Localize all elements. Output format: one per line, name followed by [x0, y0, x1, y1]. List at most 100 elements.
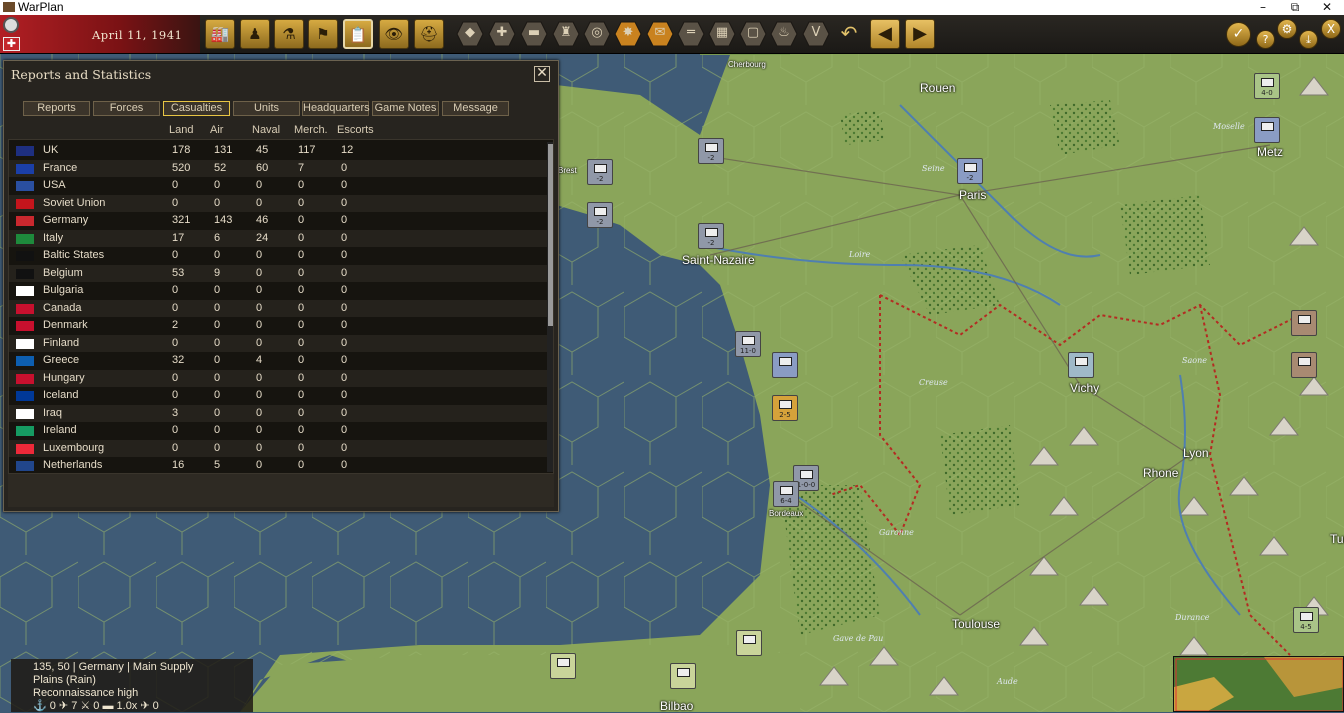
leaders-button[interactable]: ⛑ — [414, 19, 444, 49]
city-rouen[interactable]: Rouen — [920, 81, 955, 95]
unit-counter[interactable] — [550, 653, 576, 679]
column-header-escorts: Escorts — [337, 124, 374, 136]
tab-message[interactable]: Message — [442, 101, 509, 116]
help-button[interactable]: ? — [1256, 30, 1275, 49]
unit-counter[interactable] — [1254, 117, 1280, 143]
unit-counter[interactable]: 4-5 — [1293, 607, 1319, 633]
filter-hex-button[interactable]: ▦ — [708, 20, 736, 48]
city-lyon[interactable]: Lyon — [1183, 446, 1209, 460]
table-row[interactable]: Baltic States 0 0 0 0 0 — [9, 247, 549, 265]
unit-counter[interactable]: 2-5 — [772, 395, 798, 421]
tab-headquarters[interactable]: Headquarters — [302, 101, 370, 116]
table-row[interactable]: Bulgaria 0 0 0 0 0 — [9, 282, 549, 300]
scrollbar-thumb[interactable] — [548, 144, 553, 326]
cell-air: 0 — [214, 424, 221, 436]
cell-escorts: 0 — [341, 424, 348, 436]
table-row[interactable]: Greece 32 0 4 0 0 — [9, 352, 549, 370]
unit-counter[interactable] — [736, 630, 762, 656]
end-turn-button[interactable]: ✓ — [1226, 22, 1251, 47]
unit-counter[interactable]: 11-0 — [735, 331, 761, 357]
city-bilbao[interactable]: Bilbao — [660, 699, 693, 712]
city-metz[interactable]: Metz — [1257, 145, 1283, 159]
close-window-button[interactable]: ✕ — [1316, 0, 1338, 15]
table-row[interactable]: Belgium 53 9 0 0 0 — [9, 264, 549, 282]
unit-counter[interactable]: -2 — [957, 158, 983, 184]
table-row[interactable]: UK 178 131 45 117 12 — [9, 142, 549, 160]
city-brest[interactable]: Brest — [558, 166, 577, 175]
table-row[interactable]: Finland 0 0 0 0 0 — [9, 334, 549, 352]
city-paris[interactable]: Paris — [959, 188, 986, 202]
tab-reports[interactable]: Reports — [23, 101, 90, 116]
tab-casualties[interactable]: Casualties — [163, 101, 230, 116]
unit-counter[interactable]: -2 — [587, 159, 613, 185]
unit-counter[interactable]: -2 — [698, 223, 724, 249]
table-row[interactable]: Denmark 2 0 0 0 0 — [9, 317, 549, 335]
diplomacy-button[interactable]: ♟ — [240, 19, 270, 49]
previous-unit-button[interactable]: ◀ — [870, 19, 900, 49]
nation-flag-icon[interactable]: ✚ — [3, 37, 20, 51]
table-row[interactable]: Iraq 3 0 0 0 0 — [9, 404, 549, 422]
table-row[interactable]: Soviet Union 0 0 0 0 0 — [9, 194, 549, 212]
unit-counter[interactable] — [772, 352, 798, 378]
filter-hex-button[interactable]: ♜ — [552, 20, 580, 48]
city-turin[interactable]: Turin — [1330, 532, 1344, 546]
unit-counter[interactable] — [1291, 352, 1317, 378]
table-row[interactable]: USA 0 0 0 0 0 — [9, 177, 549, 195]
table-row[interactable]: Canada 0 0 0 0 0 — [9, 299, 549, 317]
unit-counter[interactable] — [670, 663, 696, 689]
minimap[interactable] — [1173, 656, 1344, 712]
intelligence-button[interactable]: 👁 — [379, 19, 409, 49]
exit-button[interactable]: X — [1321, 19, 1341, 39]
filter-hex-button[interactable]: ✚ — [488, 20, 516, 48]
filter-hex-button[interactable]: ✸ — [614, 20, 642, 48]
save-button[interactable]: ⤓ — [1299, 30, 1318, 49]
city-toulouse[interactable]: Toulouse — [952, 617, 1000, 631]
panel-close-button[interactable]: ✕ — [534, 66, 550, 82]
research-button[interactable]: ⚗ — [274, 19, 304, 49]
unit-counter[interactable] — [1068, 352, 1094, 378]
unit-counter[interactable]: 6-4 — [773, 481, 799, 507]
maximize-button[interactable]: ⧉ — [1284, 0, 1306, 15]
menu-gear-icon[interactable] — [3, 17, 19, 33]
options-button[interactable]: ⚙ — [1277, 19, 1297, 39]
undo-button[interactable]: ↶ — [835, 20, 863, 48]
reports-button[interactable]: 📋 — [343, 19, 373, 49]
unit-counter[interactable]: 4-0 — [1254, 73, 1280, 99]
filter-hex-button[interactable]: ✉ — [646, 20, 674, 48]
table-row[interactable]: Germany 321 143 46 0 0 — [9, 212, 549, 230]
city-cherbourg[interactable]: Cherbourg — [728, 60, 766, 69]
next-unit-button[interactable]: ▶ — [905, 19, 935, 49]
filter-hex-button[interactable]: V — [802, 20, 830, 48]
table-row[interactable]: Ireland 0 0 0 0 0 — [9, 422, 549, 440]
filter-hex-button[interactable]: ═ — [677, 20, 705, 48]
filter-hex-button[interactable]: ◎ — [583, 20, 611, 48]
filter-hex-button[interactable]: ♨ — [770, 20, 798, 48]
table-row[interactable]: Luxembourg 0 0 0 0 0 — [9, 439, 549, 457]
minimize-button[interactable]: – — [1252, 0, 1274, 15]
unit-counter[interactable] — [1291, 310, 1317, 336]
cell-air: 0 — [214, 389, 221, 401]
table-row[interactable]: Hungary 0 0 0 0 0 — [9, 369, 549, 387]
production-button[interactable]: 🏭 — [205, 19, 235, 49]
filter-hex-button[interactable]: ◆ — [456, 20, 484, 48]
cell-escorts: 0 — [341, 249, 348, 261]
tab-forces[interactable]: Forces — [93, 101, 160, 116]
table-row[interactable]: Iceland 0 0 0 0 0 — [9, 387, 549, 405]
unit-counter[interactable]: -2 — [698, 138, 724, 164]
table-scrollbar[interactable] — [547, 142, 553, 472]
objectives-button[interactable]: ⚑ — [308, 19, 338, 49]
city-saint-nazaire[interactable]: Saint-Nazaire — [682, 253, 755, 267]
filter-hex-button[interactable]: ▬ — [520, 20, 548, 48]
unit-counter[interactable]: -2 — [587, 202, 613, 228]
table-row[interactable]: Netherlands 16 5 0 0 0 — [9, 457, 549, 473]
cell-land: 0 — [172, 371, 179, 384]
table-row[interactable]: France 520 52 60 7 0 — [9, 159, 549, 177]
tab-units[interactable]: Units — [233, 101, 300, 116]
tab-game-notes[interactable]: Game Notes — [372, 101, 439, 116]
table-row[interactable]: Italy 17 6 24 0 0 — [9, 229, 549, 247]
city-vichy[interactable]: Vichy — [1070, 381, 1099, 395]
cell-merch: 0 — [298, 284, 305, 296]
cell-land: 0 — [172, 196, 179, 209]
city-bordeaux[interactable]: Bordeaux — [769, 509, 803, 518]
filter-hex-button[interactable]: ▢ — [739, 20, 767, 48]
